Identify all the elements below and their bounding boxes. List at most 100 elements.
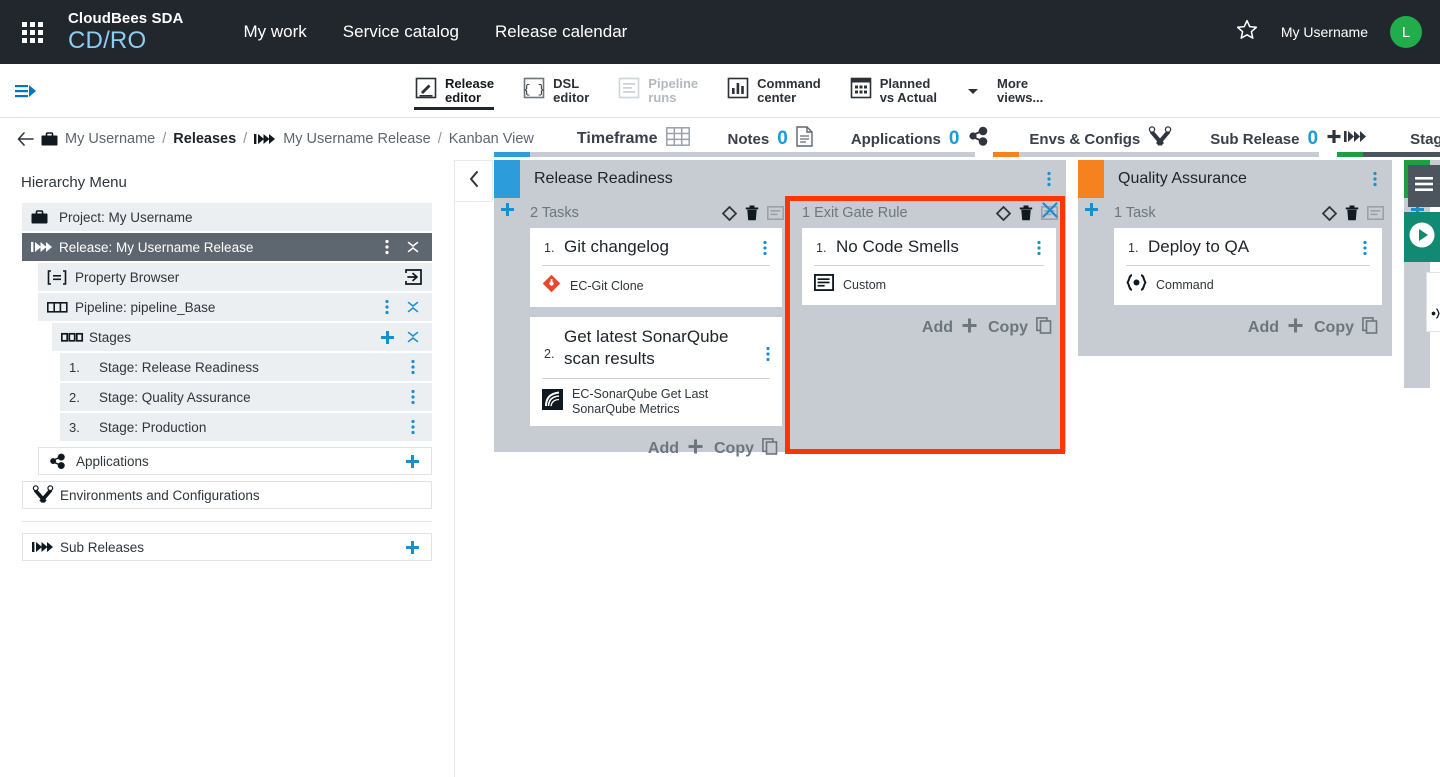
collapse-panel-icon[interactable] — [1365, 202, 1385, 224]
kebab-menu-icon[interactable] — [374, 294, 400, 320]
board-menu-button[interactable] — [1408, 165, 1440, 207]
tab-more-views[interactable]: Moreviews... — [983, 64, 1057, 118]
add-task-qa-button[interactable]: Add — [1248, 317, 1304, 339]
back-arrow-icon[interactable] — [16, 131, 34, 147]
grid-launcher-icon[interactable] — [0, 0, 64, 64]
add-panel-icon[interactable] — [1084, 202, 1099, 356]
collapse-panel-icon[interactable] — [765, 202, 785, 224]
card-title: Git changelog — [564, 237, 752, 257]
hierarchy-row-stage-2[interactable]: 2. Stage: Quality Assurance — [60, 383, 432, 411]
hierarchy-row-stages[interactable]: Stages — [52, 323, 432, 351]
username-label[interactable]: My Username — [1281, 24, 1368, 40]
card-task-deploy-to-qa[interactable]: 1. Deploy to QA — [1114, 228, 1382, 305]
avatar[interactable]: L — [1390, 16, 1422, 48]
card-task-sonarqube-top: 2. Get latest SonarQube scan results — [530, 317, 782, 378]
breadcrumb-segment-releases[interactable]: Releases — [173, 131, 236, 147]
collapse-icon[interactable] — [400, 324, 426, 350]
card-procedure: EC-SonarQube Get Last SonarQube Metrics — [530, 379, 782, 426]
trash-icon[interactable] — [1342, 202, 1362, 224]
kebab-menu-icon[interactable] — [759, 335, 778, 362]
card-gate-rule-no-code-smells[interactable]: 1. No Code Smells — [802, 228, 1056, 305]
collapse-icon[interactable] — [400, 294, 426, 320]
card-number: 1. — [816, 239, 836, 255]
add-task-button[interactable]: Add — [648, 438, 704, 460]
tab-release-editor[interactable]: Releaseeditor — [400, 64, 508, 118]
stage-release-readiness-add-gutter[interactable] — [494, 198, 520, 452]
stage-quality-assurance-add-gutter[interactable] — [1078, 198, 1104, 356]
kebab-menu-icon[interactable] — [400, 354, 426, 380]
document-icon — [796, 126, 813, 152]
property-browser-icon — [47, 270, 75, 285]
gate-icon[interactable] — [1319, 202, 1339, 224]
run-release-button[interactable] — [1404, 212, 1440, 262]
stage-release-readiness-body: 2 Tasks — [494, 198, 1066, 452]
add-gate-rule-button[interactable]: Add — [922, 317, 978, 339]
tab-planned-vs-actual[interactable]: Plannedvs Actual — [835, 64, 951, 118]
breadcrumb-separator: / — [438, 131, 442, 147]
open-panel-icon[interactable] — [400, 264, 426, 290]
hierarchy-stage-2-actions — [400, 384, 426, 410]
chevron-down-icon[interactable] — [965, 83, 981, 99]
hierarchy-menu-title: Hierarchy Menu — [0, 160, 454, 203]
tab-pipeline-runs[interactable]: Pipelineruns — [603, 64, 712, 118]
hierarchy-row-property-browser[interactable]: Property Browser — [38, 263, 432, 291]
top-right-cluster: My Username L — [1235, 16, 1440, 48]
add-application-icon[interactable] — [399, 448, 425, 474]
copy-gate-rule-button[interactable]: Copy — [988, 317, 1052, 339]
hierarchy-row-release-label: Release: My Username Release — [59, 240, 374, 255]
trash-icon[interactable] — [1016, 202, 1036, 224]
hierarchy-stage-3-actions — [400, 414, 426, 440]
hierarchy-menu-panel: Hierarchy Menu Project: My Username Rele… — [0, 160, 455, 777]
nav-release-calendar[interactable]: Release calendar — [495, 22, 627, 42]
star-icon[interactable] — [1235, 18, 1259, 47]
kebab-menu-icon[interactable] — [374, 234, 400, 260]
tab-command-center[interactable]: Commandcenter — [712, 64, 835, 118]
hierarchy-row-applications[interactable]: Applications — [38, 447, 432, 475]
hierarchy-row-sub-releases[interactable]: Sub Releases — [22, 533, 432, 561]
trash-icon[interactable] — [742, 202, 762, 224]
kebab-menu-icon[interactable] — [1358, 171, 1392, 187]
hierarchy-row-release[interactable]: Release: My Username Release — [22, 233, 432, 261]
collapse-hierarchy-button[interactable] — [455, 160, 493, 202]
copy-task-qa-button[interactable]: Copy — [1314, 317, 1378, 339]
add-sub-release-icon[interactable] — [399, 534, 425, 560]
close-exit-gate-panel-button[interactable] — [1041, 201, 1059, 224]
hierarchy-row-stage-1[interactable]: 1. Stage: Release Readiness — [60, 353, 432, 381]
svg-text:{ }: { } — [523, 83, 545, 97]
stage-release-readiness: Release Readiness 2 Tasks — [494, 160, 1066, 452]
copy-gate-rule-label: Copy — [988, 319, 1028, 337]
tab-dsl-editor[interactable]: { } DSLeditor — [508, 64, 603, 118]
card-task-sonarqube[interactable]: 2. Get latest SonarQube scan results — [530, 317, 782, 426]
add-stage-icon[interactable] — [374, 324, 400, 350]
copy-task-button[interactable]: Copy — [714, 438, 778, 460]
gate-icon[interactable] — [993, 202, 1013, 224]
kebab-menu-icon[interactable] — [1032, 171, 1066, 187]
brand-logo[interactable]: CloudBees SDA CD/RO — [68, 11, 184, 53]
hierarchy-row-pipeline-label: Pipeline: pipeline_Base — [75, 300, 374, 315]
card-procedure-label: Custom — [843, 278, 886, 293]
gate-icon[interactable] — [719, 202, 739, 224]
kebab-menu-icon[interactable] — [1352, 238, 1378, 256]
add-panel-icon[interactable] — [500, 202, 515, 452]
card-task-deploy-to-qa-top: 1. Deploy to QA — [1114, 228, 1382, 265]
breadcrumb-segment-release[interactable]: My Username Release — [283, 131, 430, 147]
hierarchy-row-stage-3[interactable]: 3. Stage: Production — [60, 413, 432, 441]
stat-sub-release-label: Sub Release — [1210, 131, 1299, 148]
card-task-git-changelog[interactable]: 1. Git changelog — [530, 228, 782, 307]
nav-my-work[interactable]: My work — [244, 22, 307, 42]
hierarchy-row-pipeline[interactable]: Pipeline: pipeline_Base — [38, 293, 432, 321]
kebab-menu-icon[interactable] — [1026, 238, 1052, 256]
hierarchy-stage-1-actions — [400, 354, 426, 380]
hierarchy-row-project[interactable]: Project: My Username — [22, 203, 432, 231]
breadcrumb-segment-project[interactable]: My Username — [65, 131, 155, 147]
collapse-icon[interactable] — [400, 234, 426, 260]
kebab-menu-icon[interactable] — [752, 238, 778, 256]
expand-sidebar-icon[interactable] — [0, 82, 54, 100]
kebab-menu-icon[interactable] — [400, 414, 426, 440]
nav-service-catalog[interactable]: Service catalog — [343, 22, 459, 42]
kebab-menu-icon[interactable] — [400, 384, 426, 410]
copy-task-label: Copy — [714, 440, 754, 458]
plus-release-icon[interactable] — [1326, 127, 1372, 151]
release-icon — [31, 241, 59, 253]
hierarchy-row-environments[interactable]: Environments and Configurations — [22, 481, 432, 509]
